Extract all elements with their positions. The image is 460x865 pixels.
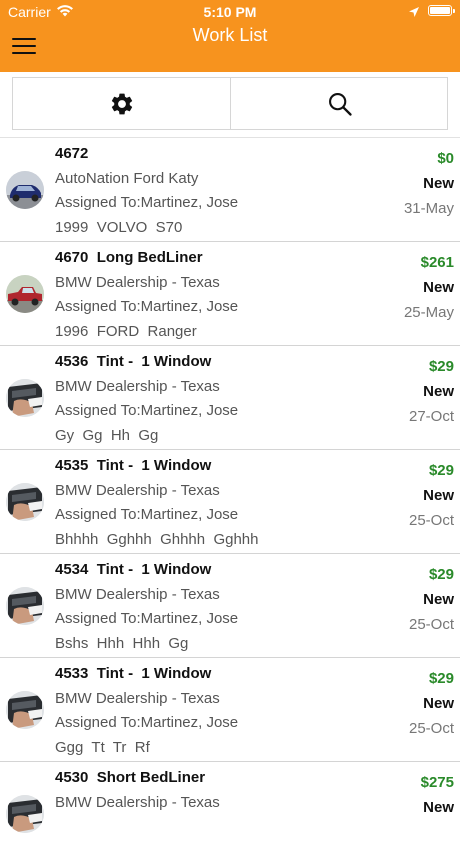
work-item-dealer: BMW Dealership - Texas xyxy=(55,274,220,291)
work-item-title: 4533 Tint - 1 Window xyxy=(55,665,212,682)
vehicle-thumbnail xyxy=(6,275,44,313)
work-list: 4672 AutoNation Ford Katy Assigned To:Mart… xyxy=(0,137,460,865)
work-item-amount: $261 xyxy=(420,254,454,271)
work-item-title: 4670 Long BedLiner xyxy=(55,249,203,266)
work-item-amount: $29 xyxy=(428,462,454,479)
work-item-row[interactable]: 4535 Tint - 1 Window BMW Dealership - Tex… xyxy=(0,449,460,553)
work-item-vehicle: Ggg Tt Tr Rf xyxy=(55,739,150,756)
work-item-vehicle: Gy Gg Hh Gg xyxy=(55,427,159,444)
work-item-row[interactable]: 4536 Tint - 1 Window BMW Dealership - Tex… xyxy=(0,345,460,449)
work-item-assigned: Assigned To:Martinez, Jose xyxy=(55,402,239,419)
work-item-status: New xyxy=(423,695,454,712)
work-item-vehicle: Bshs Hhh Hhh Gg xyxy=(55,635,189,652)
work-item-dealer: BMW Dealership - Texas xyxy=(55,586,220,603)
work-item-dealer: AutoNation Ford Katy xyxy=(55,170,199,187)
work-item-row[interactable]: 4534 Tint - 1 Window BMW Dealership - Tex… xyxy=(0,553,460,657)
settings-button[interactable] xyxy=(13,78,231,129)
search-button[interactable] xyxy=(231,78,449,129)
gear-icon xyxy=(111,93,132,114)
work-item-row[interactable]: 4670 Long BedLiner BMW Dealership - Texas… xyxy=(0,241,460,345)
work-item-status: New xyxy=(423,487,454,504)
work-item-dealer: BMW Dealership - Texas xyxy=(55,690,220,707)
work-item-status: New xyxy=(423,383,454,400)
work-item-vehicle: 1999 VOLVO S70 xyxy=(55,219,183,236)
work-item-date: 25-Oct xyxy=(408,720,454,737)
work-item-amount: $275 xyxy=(420,774,454,791)
vehicle-thumbnail xyxy=(6,379,44,417)
work-item-dealer: BMW Dealership - Texas xyxy=(55,378,220,395)
work-item-dealer: BMW Dealership - Texas xyxy=(55,794,220,811)
work-item-dealer: BMW Dealership - Texas xyxy=(55,482,220,499)
vehicle-thumbnail xyxy=(6,795,44,833)
work-item-amount: $29 xyxy=(428,566,454,583)
work-item-title: 4535 Tint - 1 Window xyxy=(55,457,212,474)
work-item-vehicle: Bhhhh Gghhh Ghhhh Gghhh xyxy=(55,531,259,548)
work-item-vehicle: 1996 FORD Ranger xyxy=(55,323,197,340)
work-item-assigned: Assigned To:Martinez, Jose xyxy=(55,298,239,315)
work-item-title: 4536 Tint - 1 Window xyxy=(55,353,212,370)
vehicle-thumbnail xyxy=(6,483,44,521)
page-title: Work List xyxy=(192,25,268,45)
work-item-amount: $0 xyxy=(437,150,454,167)
work-item-title: 4534 Tint - 1 Window xyxy=(55,561,212,578)
work-item-date: 25-Oct xyxy=(408,616,454,633)
work-item-assigned: Assigned To:Martinez, Jose xyxy=(55,610,239,627)
work-item-assigned: Assigned To:Martinez, Jose xyxy=(55,194,239,211)
work-item-date: 31-May xyxy=(403,200,454,217)
work-item-assigned: Assigned To:Martinez, Jose xyxy=(55,714,239,731)
work-item-status: New xyxy=(423,591,454,608)
vehicle-thumbnail xyxy=(6,587,44,625)
work-item-date: 25-May xyxy=(403,304,454,321)
work-item-amount: $29 xyxy=(428,670,454,687)
work-item-title: 4672 xyxy=(55,145,89,162)
work-item-title: 4530 Short BedLiner xyxy=(55,769,206,786)
status-bar: Carrier 5:10 PM xyxy=(0,0,460,24)
work-item-row[interactable]: 4530 Short BedLiner BMW Dealership - Texa… xyxy=(0,761,460,865)
location-arrow-icon xyxy=(409,7,419,17)
nav-bar: Carrier 5:10 PM Work List xyxy=(0,0,460,72)
work-item-date: 27-Oct xyxy=(408,408,454,425)
status-time: 5:10 PM xyxy=(203,4,257,20)
search-icon xyxy=(329,92,352,116)
work-item-status: New xyxy=(423,175,454,192)
work-item-assigned: Assigned To:Martinez, Jose xyxy=(55,506,239,523)
vehicle-thumbnail xyxy=(6,691,44,729)
vehicle-thumbnail xyxy=(6,171,44,209)
toolbar xyxy=(12,77,448,130)
work-item-amount: $29 xyxy=(428,358,454,375)
work-item-row[interactable]: 4672 AutoNation Ford Katy Assigned To:Mart… xyxy=(0,137,460,241)
work-item-status: New xyxy=(423,799,454,816)
work-item-date: 25-Oct xyxy=(408,512,454,529)
battery-icon xyxy=(428,5,455,16)
work-item-row[interactable]: 4533 Tint - 1 Window BMW Dealership - Tex… xyxy=(0,657,460,761)
work-item-status: New xyxy=(423,279,454,296)
